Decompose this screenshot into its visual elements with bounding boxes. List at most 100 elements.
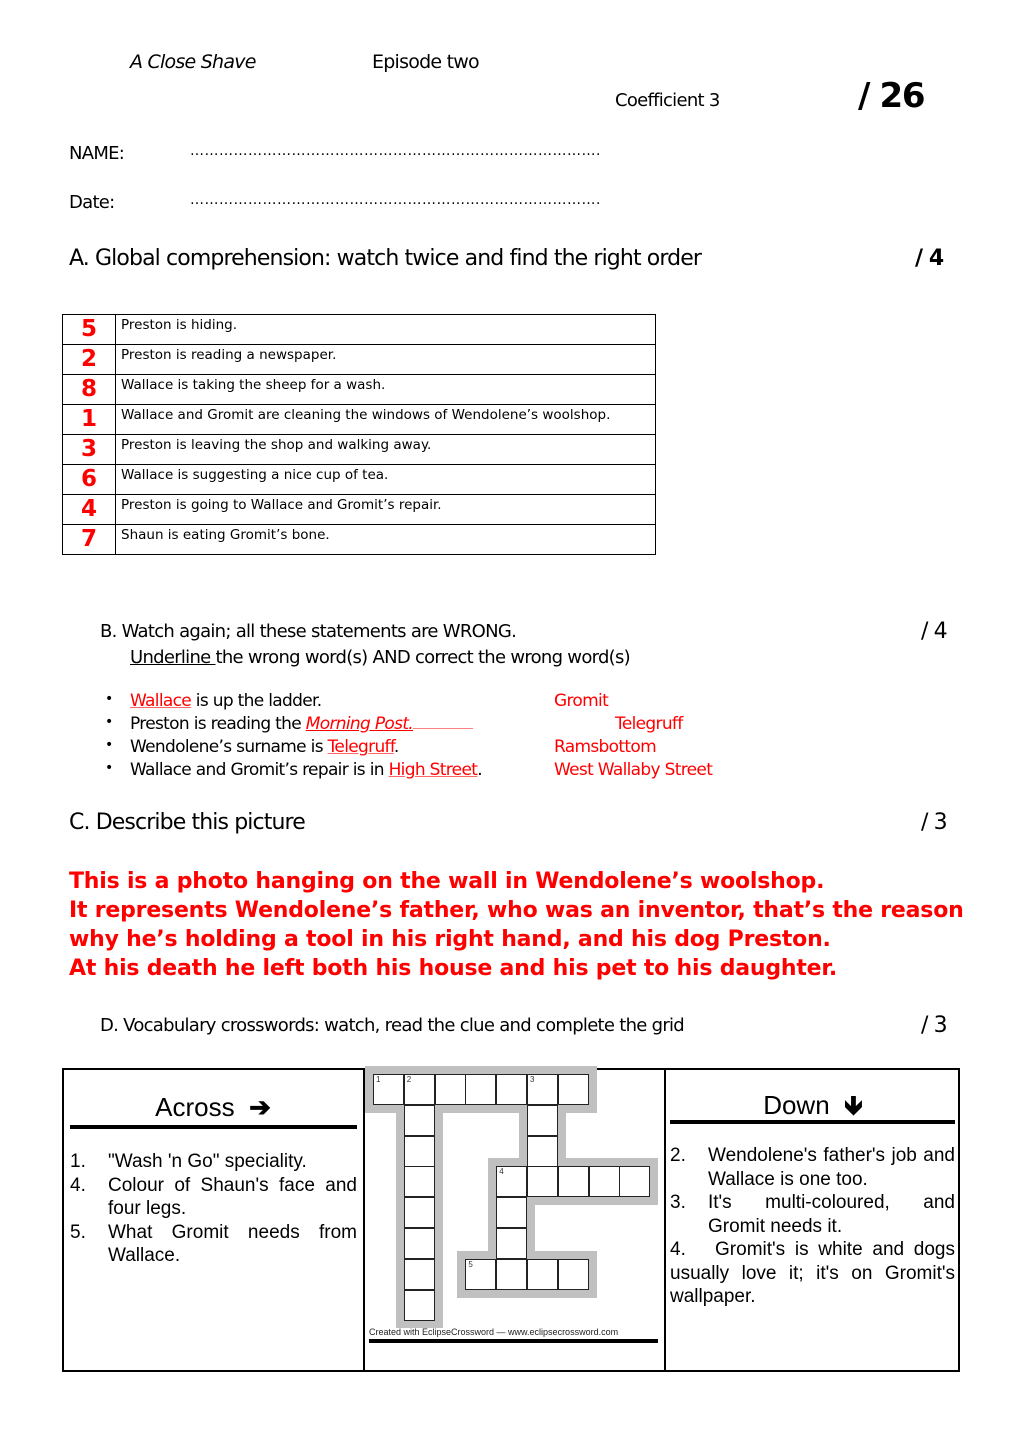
crossword-cell[interactable] <box>403 1289 435 1321</box>
episode-label: Episode two <box>372 51 480 73</box>
wrong-word[interactable]: Telegruff <box>328 737 395 757</box>
crossword-cell[interactable] <box>403 1135 435 1167</box>
crossword-cell[interactable] <box>527 1135 558 1167</box>
order-table: 5 Preston is hiding. 2 Preston is reading a… <box>62 314 656 555</box>
crossword-cell[interactable] <box>434 1074 466 1105</box>
down-label: Down <box>763 1090 830 1120</box>
bullet-icon: • <box>105 714 113 730</box>
crossword-cell[interactable] <box>557 1258 589 1290</box>
crossword-cell[interactable] <box>557 1074 589 1105</box>
correction-text: Ramsbottom <box>554 737 657 757</box>
order-number[interactable]: 1 <box>62 404 116 435</box>
correction-text: Telegruff <box>615 714 683 734</box>
bullet-icon: • <box>105 760 113 776</box>
crossword-cell[interactable] <box>527 1258 558 1290</box>
crossword-cell[interactable] <box>496 1074 528 1105</box>
crossword-cell[interactable]: 5 <box>465 1258 497 1290</box>
credit-text: Created with EclipseCrossword — www.ecli… <box>369 1327 619 1337</box>
across-label: Across <box>155 1092 235 1122</box>
clue-item: 4. Gromit's is white and dogs usually lo… <box>670 1238 955 1309</box>
crossword-cell[interactable] <box>465 1074 497 1105</box>
section-b-score: / 4 <box>921 619 948 644</box>
order-row: 1 Wallace and Gromit are cleaning the win… <box>62 404 656 435</box>
wrong-word[interactable]: Morning Post. <box>306 714 414 734</box>
clue-number: 4. <box>70 1174 86 1196</box>
total-score: / 26 <box>858 76 926 116</box>
answer-line: This is a photo hanging on the wall in W… <box>69 869 825 894</box>
crossword-cell[interactable] <box>403 1104 435 1136</box>
clue-item: 4. Colour of Shaun's face and four legs. <box>70 1174 357 1221</box>
clue-number: 2. <box>670 1145 686 1166</box>
crossword-cell[interactable] <box>403 1197 435 1229</box>
event-text: Preston is going to Wallace and Gromit’s… <box>115 494 656 525</box>
crossword-cell[interactable] <box>527 1104 558 1136</box>
event-text: Wallace is suggesting a nice cup of tea. <box>115 464 656 495</box>
crossword-cell[interactable] <box>496 1228 528 1259</box>
cell-number: 2 <box>406 1075 412 1084</box>
cell-number: 4 <box>499 1167 504 1177</box>
crossword-cell[interactable]: 3 <box>527 1074 558 1105</box>
clue-text: Gromit's is white and dogs usually love … <box>670 1239 955 1307</box>
event-text: Wallace and Gromit are cleaning the wind… <box>115 404 656 435</box>
crossword-cell[interactable] <box>496 1258 528 1290</box>
statement-text: Wallace is up the ladder. <box>130 691 322 711</box>
crossword-cell[interactable]: 4 <box>496 1166 528 1198</box>
wrong-word[interactable]: Wallace <box>130 691 192 711</box>
statement-text: Wallace and Gromit’s repair is in High S… <box>130 760 483 780</box>
clue-item: 5. What Gromit needs from Wallace. <box>70 1221 357 1268</box>
section-d-score: / 3 <box>921 1013 948 1038</box>
clue-text: Colour of Shaun's face and four legs. <box>108 1174 357 1220</box>
statement-text: Wendolene’s surname is Telegruff. <box>130 737 399 757</box>
order-number[interactable]: 3 <box>62 434 116 465</box>
crossword-cell[interactable] <box>619 1166 651 1198</box>
event-text: Preston is reading a newspaper. <box>115 344 656 375</box>
order-row: 7 Shaun is eating Gromit’s bone. <box>62 524 656 555</box>
statement-after: . <box>393 737 399 757</box>
cell-number: 1 <box>376 1075 381 1084</box>
crossword-cell[interactable]: 1 <box>373 1074 404 1105</box>
across-clues: 1. "Wash 'n Go" speciality. 4. Colour of Sh… <box>70 1150 357 1268</box>
crossword-cell[interactable] <box>588 1166 620 1198</box>
worksheet-title: A Close Shave <box>130 51 256 73</box>
date-field[interactable]: …………………………………………………………………………. <box>190 192 601 208</box>
crossword-cell[interactable] <box>403 1166 435 1198</box>
arrow-right-icon: ➔ <box>249 1092 271 1122</box>
crossword-cell[interactable]: 2 <box>403 1074 435 1105</box>
event-text: Preston is hiding. <box>115 314 656 345</box>
wrong-word[interactable]: High Street <box>389 760 478 780</box>
section-d-title: D. Vocabulary crosswords: watch, read th… <box>100 1015 685 1036</box>
section-a-score: / 4 <box>915 246 944 271</box>
event-text: Wallace is taking the sheep for a wash. <box>115 374 656 405</box>
order-number[interactable]: 4 <box>62 494 116 525</box>
down-clues: 2. Wendolene's father's job and Wallace i… <box>670 1144 955 1309</box>
statement-after: is up the ladder. <box>191 691 322 711</box>
name-field[interactable]: …………………………………………………………………………. <box>190 143 601 159</box>
across-rule <box>70 1125 357 1129</box>
arrow-down-icon: 🡻 <box>844 1090 863 1120</box>
answer-line: At his death he left both his house and … <box>69 956 838 981</box>
order-number[interactable]: 8 <box>62 374 116 405</box>
event-text: Shaun is eating Gromit’s bone. <box>115 524 656 555</box>
crossword-cell[interactable] <box>557 1166 589 1198</box>
crossword-cell[interactable] <box>496 1197 528 1229</box>
order-row: 5 Preston is hiding. <box>62 314 656 345</box>
statement-before: Preston is reading the <box>130 714 306 734</box>
answer-line: It represents Wendolene’s father, who wa… <box>69 898 964 923</box>
column-divider <box>664 1070 666 1370</box>
order-number[interactable]: 6 <box>62 464 116 495</box>
clue-item: 2. Wendolene's father's job and Wallace i… <box>670 1144 955 1191</box>
clue-number: 4. <box>670 1239 696 1260</box>
crossword-cell[interactable] <box>527 1166 558 1198</box>
order-number[interactable]: 5 <box>62 314 116 345</box>
clue-item: 3. It's multi-coloured, and Gromit needs … <box>670 1191 955 1238</box>
cell-number: 3 <box>530 1075 535 1084</box>
crossword-cell[interactable] <box>403 1258 435 1290</box>
order-number[interactable]: 2 <box>62 344 116 375</box>
crossword-cell[interactable] <box>403 1228 435 1259</box>
coefficient-label: Coefficient 3 <box>615 90 720 111</box>
order-row: 8 Wallace is taking the sheep for a wash. <box>62 374 656 405</box>
order-number[interactable]: 7 <box>62 524 116 555</box>
statement-text: Preston is reading the Morning Post. <box>130 714 474 734</box>
down-rule <box>670 1120 955 1124</box>
section-a-title: A. Global comprehension: watch twice and… <box>69 246 702 271</box>
